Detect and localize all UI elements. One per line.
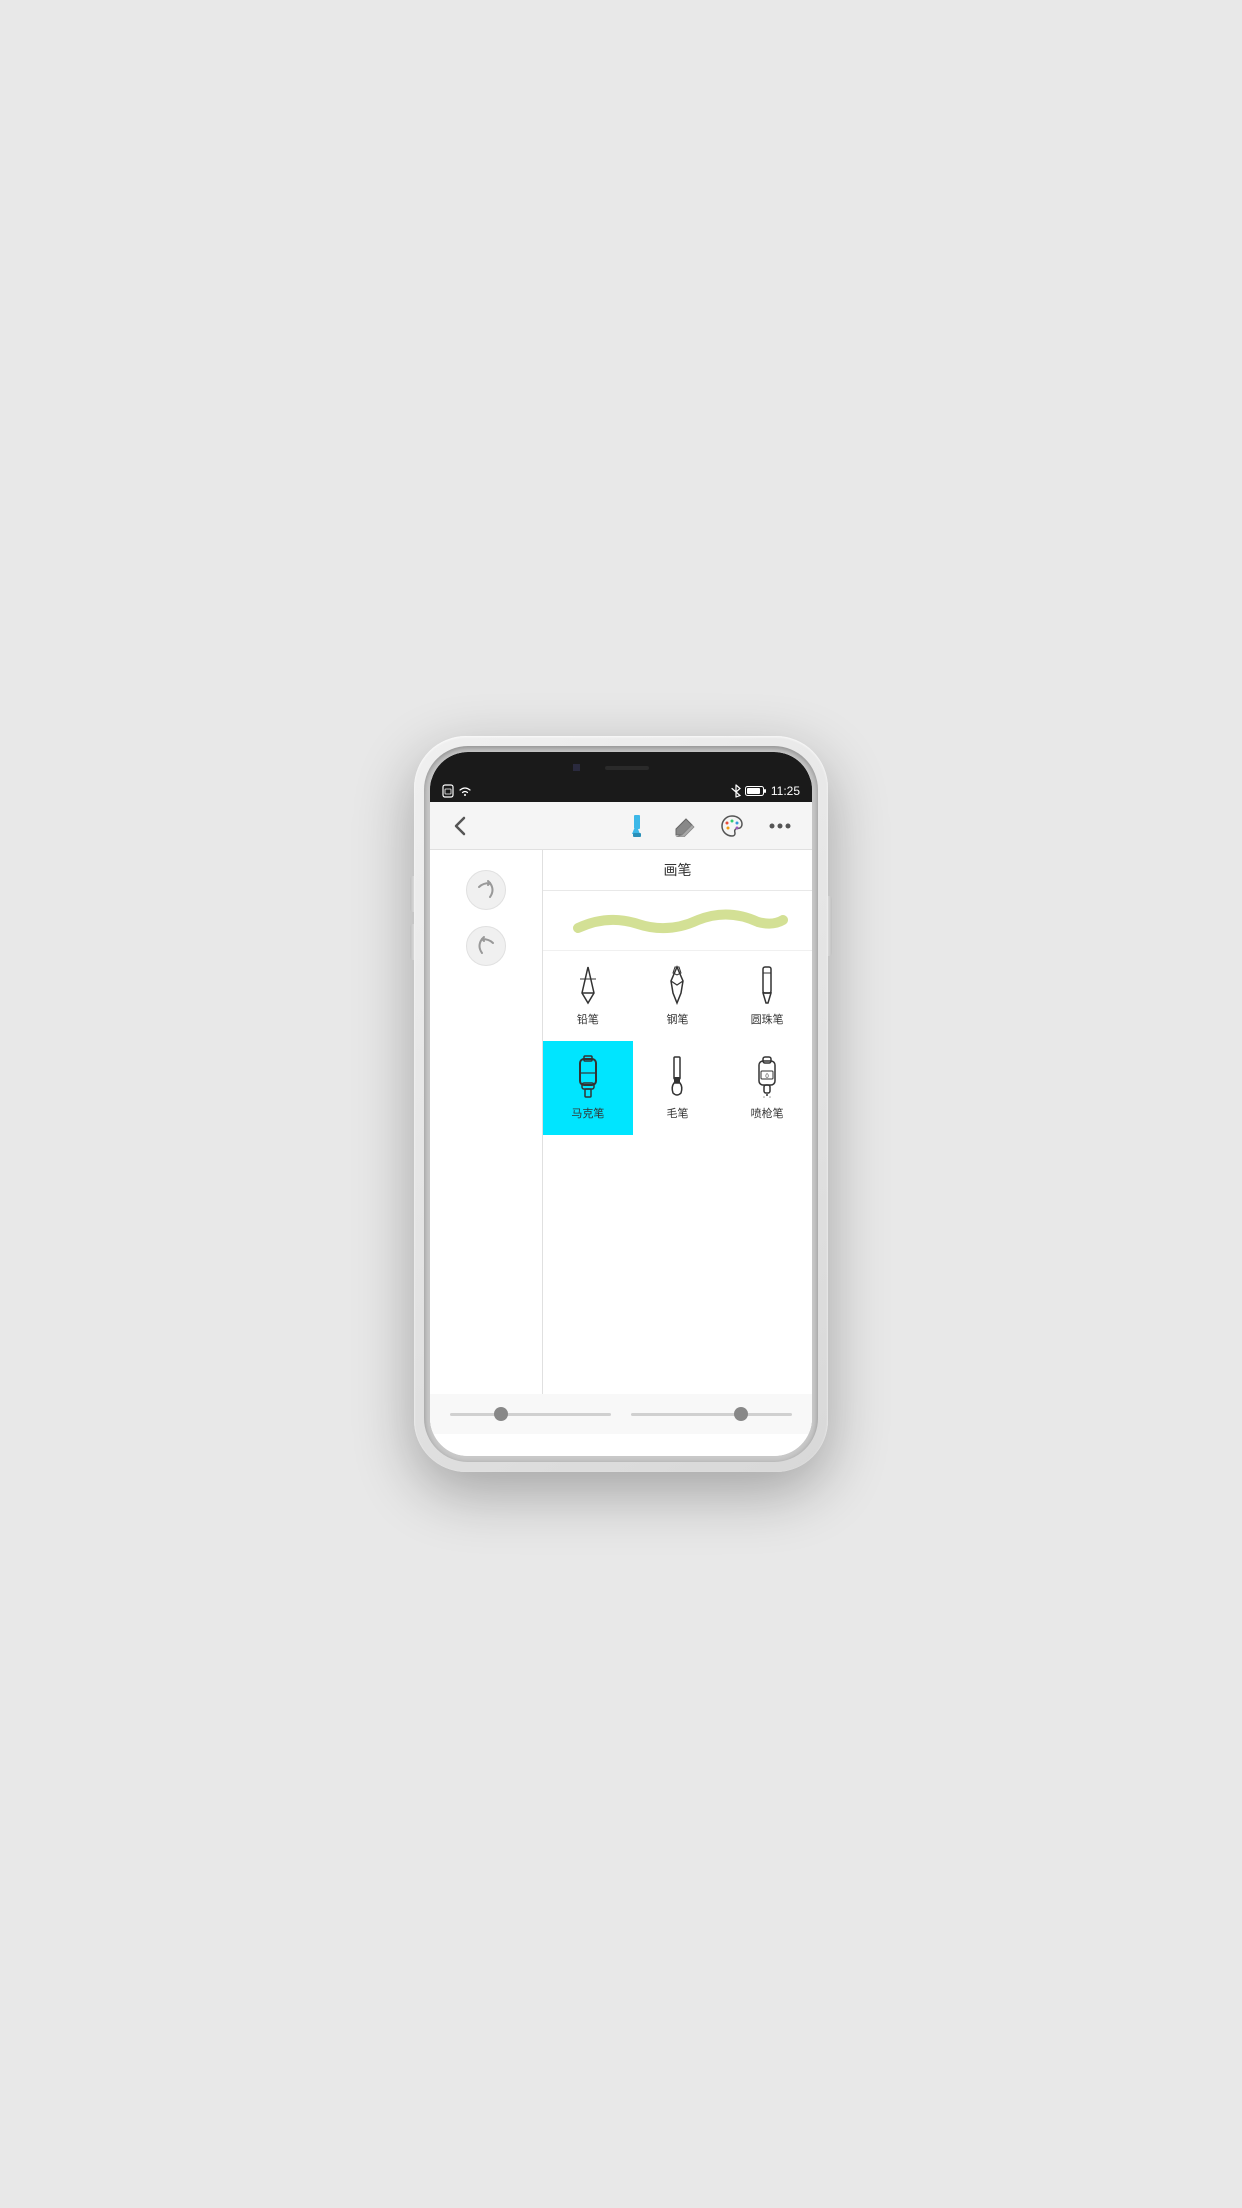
canvas-controls [430,850,542,986]
stroke-preview-area [543,891,812,951]
status-left [442,784,472,798]
spray-label: 喷枪笔 [751,1105,784,1121]
opacity-slider[interactable] [631,1413,792,1416]
brush-grid: 铅笔 钢笔 [543,951,812,1135]
panel-title: 画笔 [543,850,812,891]
spray-icon: 0 [749,1055,785,1099]
redo-button[interactable] [466,870,506,910]
size-slider[interactable] [450,1413,611,1416]
back-icon [454,816,466,836]
wifi-icon [458,785,472,797]
ballpen-label: 圆珠笔 [751,1011,784,1027]
power-button[interactable] [828,896,832,956]
battery-icon [745,785,767,797]
brush-item-ballpen[interactable]: 圆珠笔 [722,951,812,1041]
slider-1-container [450,1413,611,1416]
stroke-preview-svg [568,906,788,936]
brush-icon [625,814,647,838]
bottom-bar [430,1394,812,1434]
eraser-tool-button[interactable] [668,810,700,842]
brush-item-brush[interactable]: 毛笔 [633,1041,723,1135]
undo-button[interactable] [466,926,506,966]
marker-label: 马克笔 [571,1105,604,1121]
status-right: 11:25 [731,784,800,798]
back-button[interactable] [446,812,474,840]
eraser-icon [672,815,696,837]
speaker [605,766,649,770]
palette-icon [720,814,744,838]
toolbar-left [446,812,474,840]
bluetooth-icon [731,784,741,798]
time-display: 11:25 [771,784,800,798]
status-bar: 11:25 [430,780,812,802]
mobi-icon [661,1055,693,1099]
brush-item-pen[interactable]: 钢笔 [633,951,723,1041]
brush-item-pencil[interactable]: 铅笔 [543,951,633,1041]
front-camera [573,764,580,771]
ballpen-icon [751,965,783,1005]
main-area: 画笔 [430,850,812,1394]
phone-screen: 11:25 [430,752,812,1456]
brush-item-spray[interactable]: 0 喷枪笔 [722,1041,812,1135]
redo-icon [475,879,497,901]
app-toolbar [430,802,812,850]
sim-icon [442,784,454,798]
volume-down-button[interactable] [410,924,414,960]
pencil-label: 铅笔 [577,1011,599,1027]
palette-tool-button[interactable] [716,810,748,842]
slider-2-container [631,1413,792,1416]
pen-icon [661,965,693,1005]
toolbar-right [620,810,796,842]
brush-item-marker[interactable]: 马克笔 [543,1041,633,1135]
app-content: 画笔 [430,802,812,1456]
more-options-button[interactable] [764,810,796,842]
volume-up-button[interactable] [410,876,414,912]
pen-label: 钢笔 [666,1011,688,1027]
brush-panel: 画笔 [542,850,812,1394]
brush-tool-button[interactable] [620,810,652,842]
pencil-icon [572,965,604,1005]
more-icon [769,823,791,829]
brush-label: 毛笔 [666,1105,688,1121]
phone-inner-frame: 11:25 [424,746,818,1462]
phone-device: 11:25 [414,736,828,1472]
undo-icon [475,935,497,957]
canvas-area [430,850,542,1394]
marker-icon [570,1055,606,1099]
